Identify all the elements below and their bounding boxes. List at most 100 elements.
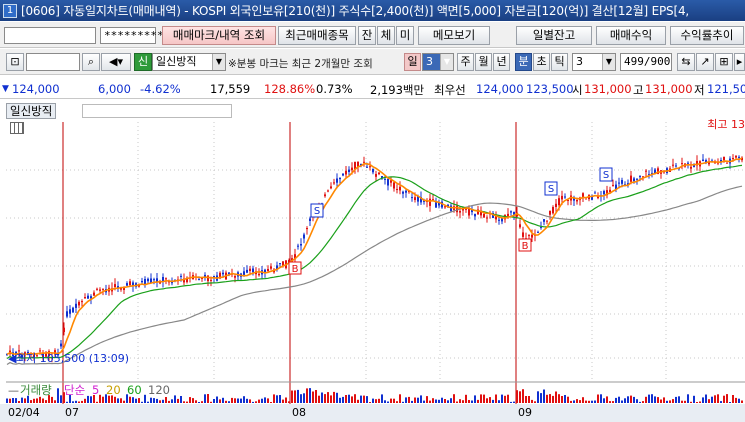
- candle-body: [681, 163, 683, 165]
- volume-bar: [180, 396, 182, 403]
- candle-body: [672, 164, 674, 166]
- volume-bar: [339, 397, 341, 403]
- volume-bar: [498, 400, 500, 403]
- candle-body: [69, 309, 71, 314]
- volume-bar: [219, 399, 221, 403]
- candle-body: [144, 279, 146, 285]
- volume-legend-ma120: 120: [148, 383, 170, 397]
- volume-bar: [549, 394, 551, 403]
- candle-body: [594, 192, 596, 194]
- volume-bar: [468, 400, 470, 403]
- balance-button[interactable]: 잔: [358, 26, 376, 45]
- volume-bar: [414, 397, 416, 403]
- volume-bar: [696, 402, 698, 403]
- volume-bar: [252, 401, 254, 403]
- more-icon[interactable]: ▸: [734, 53, 745, 71]
- toolbar-chart: ⊡ ⌕ ◀▾ 신 일신방직 ▼ ※분봉 마크는 최근 2개월만 조회 일 3 ▼…: [0, 49, 745, 75]
- volume-bar: [534, 401, 536, 403]
- volume-bar: [18, 401, 20, 403]
- volume-bar: [168, 400, 170, 403]
- period-second-button[interactable]: 초: [533, 53, 550, 71]
- password-input[interactable]: *********: [100, 27, 164, 44]
- volume-bar: [393, 398, 395, 403]
- x-label-1: 07: [65, 406, 79, 419]
- volume-bar: [36, 398, 38, 403]
- volume-bar: [426, 396, 428, 403]
- volume-bar: [621, 400, 623, 403]
- volume-bar: [285, 397, 287, 403]
- volume-bar: [216, 396, 218, 403]
- volume-bar: [270, 402, 272, 403]
- trade-profit-button[interactable]: 매매수익: [596, 26, 666, 45]
- search-icon[interactable]: ⌕: [82, 53, 100, 71]
- candle-body: [339, 178, 341, 180]
- chart-area[interactable]: 일신방직 B S B S S 최고 13 최저 105,500 (13:09) …: [0, 100, 745, 422]
- volume-bar: [141, 401, 143, 403]
- candle-body: [72, 307, 74, 313]
- chevron-down-icon: ▼: [440, 54, 453, 70]
- volume-bar: [123, 400, 125, 403]
- price-chart[interactable]: B S B S S 최고 13 최저 105,500 (13:09) ◀ — 거…: [0, 100, 745, 422]
- volume-bar: [234, 398, 236, 403]
- candle-body: [732, 158, 734, 159]
- period-day-button[interactable]: 일: [404, 53, 421, 71]
- volume-value: 17,559: [210, 82, 251, 96]
- volume-bar: [717, 394, 719, 403]
- volume-bar: [198, 402, 200, 403]
- volume-bar: [711, 396, 713, 403]
- volume-bar: [579, 400, 581, 403]
- stock-code-input[interactable]: [26, 53, 80, 71]
- volume-bar: [402, 401, 404, 403]
- volume-bar: [306, 388, 308, 403]
- candle-body: [330, 186, 332, 189]
- volume-bar: [570, 400, 572, 403]
- candle-body: [348, 169, 350, 172]
- candle-body: [180, 275, 182, 277]
- pin-icon[interactable]: ⊡: [6, 53, 24, 71]
- trade-mark-query-button[interactable]: 매매마크/내역 조회: [162, 26, 276, 45]
- volume-bar: [432, 398, 434, 403]
- open-price: 131,000: [584, 82, 632, 96]
- toolbar-account: ********* 매매마크/내역 조회 최근매매종목 잔 체 미 메모보기 일…: [0, 22, 745, 48]
- candle-body: [561, 195, 563, 200]
- unfilled-button[interactable]: 미: [396, 26, 414, 45]
- candle-body: [429, 198, 431, 206]
- volume-bar: [189, 397, 191, 403]
- candle-body: [564, 196, 566, 198]
- speaker-icon[interactable]: ◀▾: [101, 53, 131, 71]
- sell-mark-3: S: [599, 167, 613, 182]
- volume-bar: [171, 399, 173, 403]
- volume-bar: [345, 395, 347, 403]
- candle-body: [633, 178, 635, 182]
- volume-bar: [12, 398, 14, 403]
- period-minute-button[interactable]: 분: [515, 53, 532, 71]
- credit-badge[interactable]: 신: [134, 53, 152, 71]
- period-month-button[interactable]: 월: [475, 53, 492, 71]
- chevron-down-icon: ▼: [212, 54, 225, 70]
- drawing-icon[interactable]: ↗: [696, 53, 714, 71]
- tools-icon[interactable]: ⊞: [715, 53, 733, 71]
- open-label: 시: [572, 83, 583, 97]
- minute-value-select[interactable]: 3 ▼: [572, 53, 616, 71]
- profit-trend-button[interactable]: 수익률추이: [670, 26, 744, 45]
- memo-view-button[interactable]: 메모보기: [418, 26, 490, 45]
- period-tick-button[interactable]: 틱: [551, 53, 568, 71]
- period-year-button[interactable]: 년: [493, 53, 510, 71]
- daily-balance-button[interactable]: 일별잔고: [516, 26, 592, 45]
- candle-body: [543, 219, 545, 222]
- candle-body: [147, 278, 149, 282]
- period-week-button[interactable]: 주: [457, 53, 474, 71]
- volume-bar: [135, 398, 137, 403]
- compare-icon[interactable]: ⇆: [677, 53, 695, 71]
- volume-bar: [513, 401, 515, 403]
- stock-name-select[interactable]: 일신방직 ▼: [152, 53, 226, 71]
- account-number-input[interactable]: [4, 27, 96, 44]
- day-count-select[interactable]: 3 ▼: [422, 53, 454, 71]
- data-count-field[interactable]: 499/900: [620, 53, 672, 71]
- sell-mark-2: S: [544, 181, 558, 196]
- volume-bar: [576, 399, 578, 403]
- candle-body: [249, 268, 251, 271]
- recent-trade-stocks-button[interactable]: 최근매매종목: [278, 26, 356, 45]
- volume-bar: [612, 401, 614, 403]
- executed-button[interactable]: 체: [377, 26, 395, 45]
